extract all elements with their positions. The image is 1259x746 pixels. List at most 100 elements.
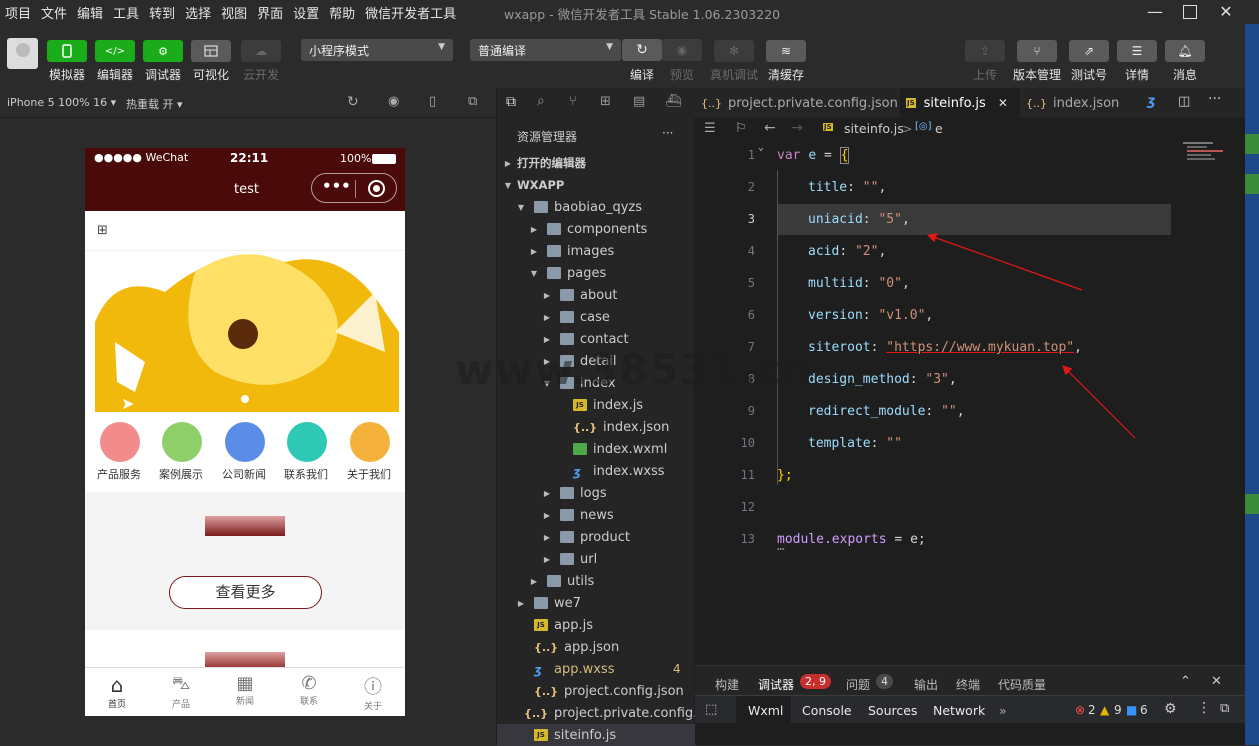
bookmark-icon[interactable]: ⚐ — [735, 121, 747, 136]
tree-folder[interactable]: ▼ pages — [497, 262, 696, 284]
tree-folder[interactable]: ▶ news — [497, 504, 696, 526]
menu-file[interactable]: 文件 — [36, 3, 72, 22]
menu-settings[interactable]: 设置 — [288, 3, 324, 22]
breadcrumb-symbol[interactable]: e — [935, 121, 943, 136]
grid-item-label[interactable]: 产品服务 — [97, 466, 141, 482]
collapse-panel-icon[interactable]: ⌃ — [1180, 674, 1191, 689]
menu-help[interactable]: 帮助 — [324, 3, 360, 22]
menu-edit[interactable]: 编辑 — [72, 3, 108, 22]
back-arrow-icon[interactable]: ← — [764, 120, 776, 136]
workspace-root[interactable]: ▼ WXAPP — [497, 174, 696, 196]
split-editor-icon[interactable]: ◫ — [1178, 94, 1190, 109]
mode-select[interactable]: 小程序模式 ▼ — [301, 39, 453, 61]
tab-project-private-config[interactable]: {..} project.private.config.json — [695, 88, 900, 118]
panel-tab-debugger[interactable]: 调试器 — [758, 676, 794, 693]
tab-home[interactable]: ⌂ 首页 — [101, 673, 133, 710]
tree-folder[interactable]: ▶ components — [497, 218, 696, 240]
testid-button[interactable]: ⇗ — [1069, 40, 1109, 62]
news-icon[interactable] — [225, 422, 265, 462]
grid-item-label[interactable]: 关于我们 — [347, 466, 391, 482]
minimize-icon[interactable]: — — [1145, 2, 1165, 22]
panel-tab-output[interactable]: 输出 — [914, 676, 938, 693]
info-count[interactable]: 6 — [1140, 703, 1148, 717]
tree-folder[interactable]: ▶ case — [497, 306, 696, 328]
tree-file[interactable]: ʒ app.wxss 4 — [497, 658, 696, 680]
hotreload-toggle[interactable]: 热重载 开 ▾ — [126, 96, 183, 112]
source-control-icon[interactable]: ⑂ — [569, 94, 577, 109]
console-area[interactable] — [695, 723, 1245, 745]
settings-gear-icon[interactable]: ⚙ — [1164, 701, 1177, 717]
more-dots-icon[interactable]: ••• — [322, 177, 351, 195]
tab-siteinfo[interactable]: JS siteinfo.js ✕ — [900, 88, 1020, 118]
inspect-icon[interactable]: ⬚ — [705, 702, 717, 717]
menu-goto[interactable]: 转到 — [144, 3, 180, 22]
tree-file[interactable]: JS siteinfo.js — [497, 724, 696, 746]
menu-wechat-devtools[interactable]: 微信开发者工具 — [360, 3, 461, 22]
extensions-icon[interactable]: ⊞ — [600, 94, 611, 109]
tree-file[interactable]: {..} app.json — [497, 636, 696, 658]
panel-tab-code-quality[interactable]: 代码质量 — [998, 676, 1046, 693]
forward-arrow-icon[interactable]: → — [791, 120, 803, 136]
details-button[interactable]: ☰ — [1117, 40, 1157, 62]
tree-folder[interactable]: ▶ we7 — [497, 592, 696, 614]
menu-project[interactable]: 项目 — [0, 3, 36, 22]
popout-icon[interactable]: ⧉ — [468, 94, 477, 109]
tree-folder[interactable]: ▶ about — [497, 284, 696, 306]
grid-icon[interactable]: ⊞ — [97, 223, 108, 238]
tab-product[interactable]: ⛍ 产品 — [165, 673, 197, 710]
css-file-icon[interactable]: ʒ — [1147, 94, 1155, 109]
case-icon[interactable] — [162, 422, 202, 462]
search-icon[interactable]: ⌕ — [537, 93, 545, 109]
more-actions-icon[interactable]: ··· — [1208, 91, 1221, 107]
error-count[interactable]: 2 — [1088, 703, 1096, 717]
clearcache-button[interactable]: ≋ — [766, 40, 806, 62]
menu-view[interactable]: 视图 — [216, 3, 252, 22]
about-icon[interactable] — [350, 422, 390, 462]
tab-about[interactable]: ⓘ 关于 — [357, 673, 389, 712]
menu-select[interactable]: 选择 — [180, 3, 216, 22]
compile-select[interactable]: 普通编译 ▼ — [470, 39, 621, 61]
tab-index-json[interactable]: {..} index.json — [1020, 88, 1132, 118]
refresh-icon[interactable]: ↻ — [347, 94, 359, 110]
panel-tab-terminal[interactable]: 终端 — [956, 676, 980, 693]
tree-file[interactable]: JS index.js — [497, 394, 696, 416]
grid-item-label[interactable]: 案例展示 — [159, 466, 203, 482]
tree-folder[interactable]: ▼ baobiao_qyzs — [497, 196, 696, 218]
list-icon[interactable]: ☰ — [704, 121, 716, 136]
device-select[interactable]: iPhone 5 100% 16 ▾ — [7, 96, 116, 109]
devtools-tab-wxml[interactable]: Wxml — [748, 703, 783, 718]
compile-button[interactable]: ↻ — [622, 39, 662, 61]
grid-item-label[interactable]: 公司新闻 — [222, 466, 266, 482]
breadcrumb-file[interactable]: siteinfo.js — [844, 121, 904, 136]
cloud-button[interactable]: ☁ — [241, 40, 281, 62]
dock-icon[interactable]: ⧉ — [1220, 701, 1229, 716]
realdebug-button[interactable]: ✻ — [714, 40, 754, 62]
contact-icon[interactable] — [287, 422, 327, 462]
files-icon[interactable]: ⧉ — [506, 94, 516, 110]
avatar[interactable] — [7, 38, 38, 69]
devtools-tab-sources[interactable]: Sources — [868, 703, 917, 718]
close-tab-icon[interactable]: ✕ — [998, 96, 1008, 110]
upload-button[interactable]: ⇪ — [965, 40, 1005, 62]
docker-icon[interactable]: ⛴ — [665, 94, 682, 109]
devtools-tab-network[interactable]: Network — [933, 703, 985, 718]
warning-count[interactable]: 9 — [1114, 703, 1122, 717]
close-miniapp-icon[interactable] — [368, 180, 385, 197]
kebab-menu-icon[interactable]: ⋮ — [1197, 700, 1211, 716]
close-window-icon[interactable]: ✕ — [1216, 2, 1236, 22]
tree-folder[interactable]: ▶ url — [497, 548, 696, 570]
tree-file[interactable]: index.wxml — [497, 438, 696, 460]
tab-contact[interactable]: ✆ 联系 — [293, 673, 325, 707]
grid-item-label[interactable]: 联系我们 — [284, 466, 328, 482]
maximize-icon[interactable] — [1180, 2, 1200, 22]
phone-icon[interactable]: ▯ — [429, 94, 436, 109]
editor-button[interactable]: </> — [95, 40, 135, 62]
stop-icon[interactable]: ◉ — [388, 94, 399, 109]
product-service-icon[interactable] — [100, 422, 140, 462]
tree-file[interactable]: ʒ index.wxss — [497, 460, 696, 482]
capsule-menu[interactable]: ••• — [311, 173, 397, 203]
devtools-tab-console[interactable]: Console — [802, 703, 852, 718]
messages-button[interactable]: 🔔︎ — [1165, 40, 1205, 62]
explorer-more-icon[interactable]: ··· — [662, 126, 673, 140]
tree-folder[interactable]: ▶ product — [497, 526, 696, 548]
